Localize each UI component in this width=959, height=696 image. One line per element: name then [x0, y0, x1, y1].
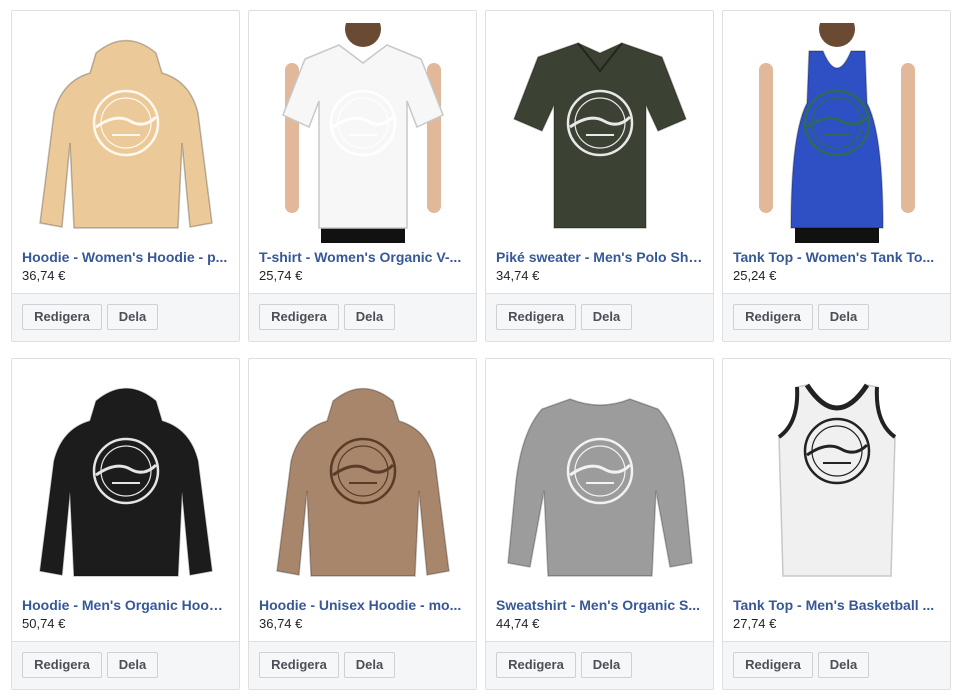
card-actions: Redigera Dela — [12, 293, 239, 341]
product-title-link[interactable]: Hoodie - Unisex Hoodie - mo... — [259, 597, 466, 613]
hoodie-image — [276, 387, 450, 577]
edit-button[interactable]: Redigera — [496, 304, 576, 330]
tank-garment — [759, 23, 915, 243]
product-card: Hoodie - Unisex Hoodie - mo... 36,74 € R… — [248, 358, 477, 690]
product-image[interactable] — [486, 11, 713, 243]
edit-button[interactable]: Redigera — [733, 304, 813, 330]
product-card: Tank Top - Women's Tank To... 25,24 € Re… — [722, 10, 951, 342]
share-button[interactable]: Dela — [107, 652, 158, 678]
product-price: 34,74 € — [496, 268, 540, 283]
card-actions: Redigera Dela — [723, 293, 950, 341]
product-card: Piké sweater - Men's Polo Shi... 34,74 €… — [485, 10, 714, 342]
share-button[interactable]: Dela — [344, 652, 395, 678]
basketball-garment — [777, 383, 897, 577]
product-title-link[interactable]: Piké sweater - Men's Polo Shi... — [496, 249, 703, 265]
share-button[interactable]: Dela — [581, 652, 632, 678]
product-price: 25,74 € — [259, 268, 303, 283]
product-title-link[interactable]: Hoodie - Men's Organic Hood... — [22, 597, 229, 613]
product-card: Hoodie - Men's Organic Hood... 50,74 € R… — [11, 358, 240, 690]
edit-button[interactable]: Redigera — [733, 652, 813, 678]
sweatshirt-image — [507, 398, 693, 577]
tshirt-garment — [282, 23, 444, 243]
product-image[interactable] — [12, 359, 239, 591]
product-price: 36,74 € — [259, 616, 303, 631]
basketball-top-image — [777, 383, 897, 577]
edit-button[interactable]: Redigera — [259, 652, 339, 678]
product-title-link[interactable]: Sweatshirt - Men's Organic S... — [496, 597, 703, 613]
polo-image — [513, 42, 687, 229]
edit-button[interactable]: Redigera — [22, 652, 102, 678]
share-button[interactable]: Dela — [344, 304, 395, 330]
product-image[interactable] — [249, 11, 476, 243]
product-price: 50,74 € — [22, 616, 66, 631]
tank-top-image — [759, 23, 915, 243]
product-card: Tank Top - Men's Basketball ... 27,74 € … — [722, 358, 951, 690]
card-actions: Redigera Dela — [12, 641, 239, 689]
product-price: 36,74 € — [22, 268, 66, 283]
sweatshirt-garment — [507, 398, 693, 577]
product-card: Hoodie - Women's Hoodie - p... 36,74 € R… — [11, 10, 240, 342]
hoodie-image — [39, 387, 213, 577]
card-actions: Redigera Dela — [249, 293, 476, 341]
share-button[interactable]: Dela — [581, 304, 632, 330]
tshirt-image — [282, 23, 444, 243]
product-price: 25,24 € — [733, 268, 777, 283]
product-title-link[interactable]: Hoodie - Women's Hoodie - p... — [22, 249, 229, 265]
product-price: 27,74 € — [733, 616, 777, 631]
product-image[interactable] — [723, 359, 950, 591]
card-actions: Redigera Dela — [249, 641, 476, 689]
share-button[interactable]: Dela — [818, 304, 869, 330]
product-title-link[interactable]: Tank Top - Women's Tank To... — [733, 249, 940, 265]
product-card: T-shirt - Women's Organic V-... 25,74 € … — [248, 10, 477, 342]
product-image[interactable] — [249, 359, 476, 591]
product-title-link[interactable]: T-shirt - Women's Organic V-... — [259, 249, 466, 265]
share-button[interactable]: Dela — [818, 652, 869, 678]
card-actions: Redigera Dela — [486, 293, 713, 341]
card-actions: Redigera Dela — [723, 641, 950, 689]
product-image[interactable] — [12, 11, 239, 243]
edit-button[interactable]: Redigera — [22, 304, 102, 330]
card-actions: Redigera Dela — [486, 641, 713, 689]
share-button[interactable]: Dela — [107, 304, 158, 330]
product-grid: Hoodie - Women's Hoodie - p... 36,74 € R… — [0, 0, 959, 696]
edit-button[interactable]: Redigera — [496, 652, 576, 678]
product-image[interactable] — [486, 359, 713, 591]
product-title-link[interactable]: Tank Top - Men's Basketball ... — [733, 597, 940, 613]
hoodie-image — [39, 39, 213, 229]
edit-button[interactable]: Redigera — [259, 304, 339, 330]
product-image[interactable] — [723, 11, 950, 243]
product-card: Sweatshirt - Men's Organic S... 44,74 € … — [485, 358, 714, 690]
product-price: 44,74 € — [496, 616, 540, 631]
